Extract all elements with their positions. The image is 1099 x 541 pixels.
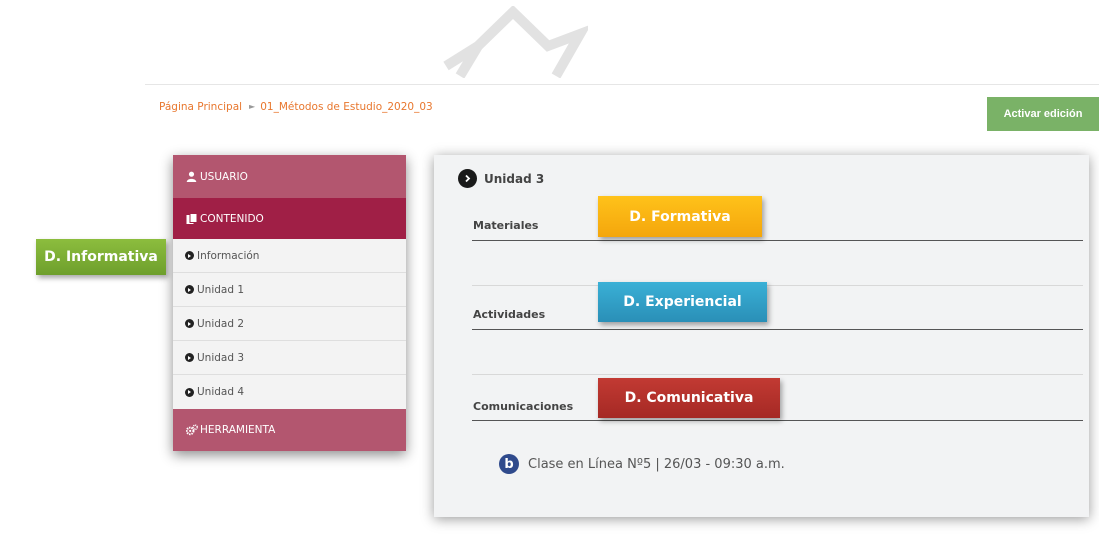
tag-experiencial: D. Experiencial [598,282,767,322]
breadcrumb: Página Principal ► 01_Métodos de Estudio_2… [159,101,433,113]
sidebar-item-unidad-2[interactable]: Unidad 2 [173,307,406,341]
sidebar-header-tools-label: HERRAMIENTA [200,424,276,436]
sidebar-header-content[interactable]: CONTENIDO [173,198,406,239]
section-divider [472,420,1083,421]
section-divider [472,240,1083,241]
user-icon [186,171,198,183]
unit-title-label: Unidad 3 [484,171,545,186]
tag-comunicativa: D. Comunicativa [598,378,780,418]
online-class-label: Clase en Línea Nº5 | 26/03 - 09:30 a.m. [528,456,785,472]
sidebar-item-label: Información [197,249,260,262]
cogs-icon [186,424,198,436]
tag-informativa: D. Informativa [36,239,166,275]
blackboard-collaborate-icon: b [499,454,519,474]
online-class-link[interactable]: b Clase en Línea Nº5 | 26/03 - 09:30 a.m… [499,454,785,474]
chevron-circle-icon [185,353,194,362]
edit-mode-button[interactable]: Activar edición [987,97,1099,131]
chevron-circle-icon [185,251,194,260]
sidebar-item-unidad-1[interactable]: Unidad 1 [173,273,406,307]
chevron-circle-icon [458,169,477,188]
files-icon [186,212,198,225]
breadcrumb-course-link[interactable]: 01_Métodos de Estudio_2020_03 [260,101,433,113]
unit-title[interactable]: Unidad 3 [458,169,544,188]
sidebar-item-label: Unidad 4 [197,386,245,398]
sidebar-item-informacion[interactable]: Información [173,239,406,273]
sidebar-header-tools[interactable]: HERRAMIENTA [173,409,406,451]
sidebar-header-user[interactable]: USUARIO [173,155,406,198]
sidebar-item-label: Unidad 2 [197,317,245,330]
section-divider [472,285,1083,286]
sidebar-item-unidad-4[interactable]: Unidad 4 [173,375,406,409]
course-sidebar: USUARIO CONTENIDO Información Unidad 1 U… [173,155,406,451]
chevron-circle-icon [185,319,194,328]
breadcrumb-separator-icon: ► [249,102,256,111]
sidebar-item-label: Unidad 3 [197,351,245,364]
tag-formativa: D. Formativa [598,196,762,237]
chevron-circle-icon [185,387,194,397]
header-divider [145,84,1099,85]
sidebar-item-unidad-3[interactable]: Unidad 3 [173,341,406,375]
section-divider [472,374,1083,375]
crown-logo [443,6,588,78]
sidebar-header-content-label: CONTENIDO [200,212,264,225]
section-divider [472,329,1083,330]
chevron-circle-icon [185,285,194,294]
section-label-materiales: Materiales [473,219,539,232]
sidebar-header-user-label: USUARIO [200,170,248,183]
section-label-actividades: Actividades [473,308,546,321]
breadcrumb-home-link[interactable]: Página Principal [159,101,242,113]
sidebar-item-label: Unidad 1 [197,283,245,296]
section-label-comunicaciones: Comunicaciones [473,400,574,413]
